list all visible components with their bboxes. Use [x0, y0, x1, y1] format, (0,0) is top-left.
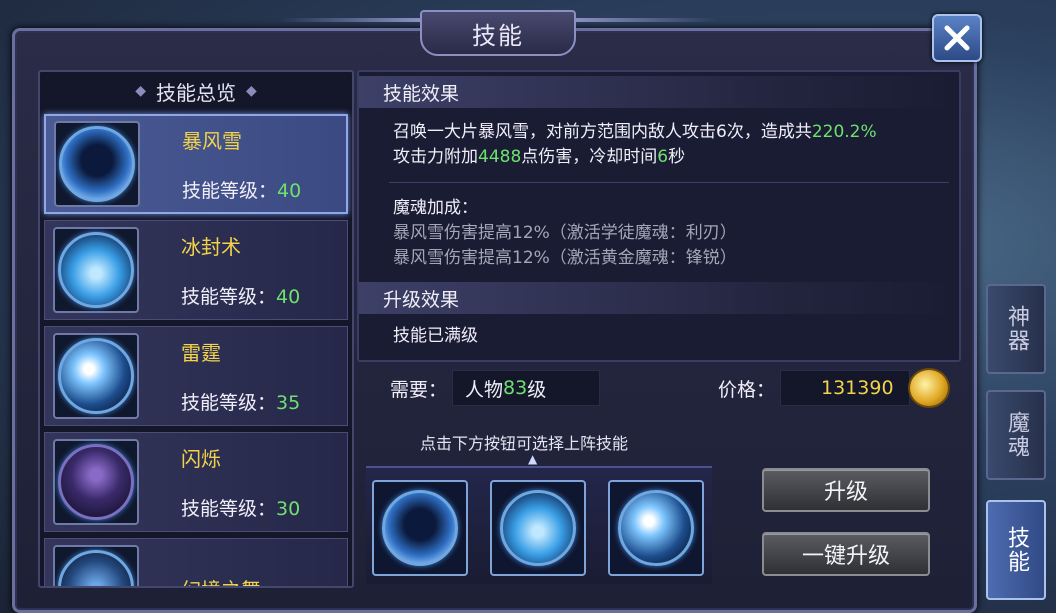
skill-item-freeze[interactable]: 冰封术 技能等级：40	[44, 220, 348, 320]
effect-description: 召唤一大片暴风雪，对前方范围内敌人攻击6次，造成共220.2% 攻击力附加448…	[393, 122, 877, 167]
close-x-icon	[944, 25, 970, 51]
soul-bonus-line: 暴风雪伤害提高12%（激活黄金魔魂：锋锐）	[393, 248, 737, 268]
window-title: 技能	[420, 10, 576, 56]
skill-list-panel: ◆ 技能总览 ◆ 暴风雪 技能等级：40 冰封术 技能等级：40 雷霆 技能等级…	[38, 70, 354, 588]
soul-bonus-title: 魔魂加成：	[393, 198, 478, 218]
effect-divider	[389, 182, 949, 183]
close-button[interactable]	[932, 14, 982, 62]
slot-hint: 点击下方按钮可选择上阵技能	[420, 434, 629, 453]
title-ornament-right	[576, 18, 716, 22]
tab-artifact[interactable]: 神器	[986, 284, 1046, 374]
blink-figure-icon	[53, 439, 139, 525]
skill-level: 技能等级：35	[181, 392, 301, 414]
skill-name: 闪烁	[181, 447, 221, 471]
skill-name: 暴风雪	[182, 129, 242, 153]
ornament-icon: ◆	[135, 83, 146, 99]
thunder-orb-icon	[618, 490, 694, 566]
gold-coin-icon	[908, 368, 950, 408]
skill-item-blizzard[interactable]: 暴风雪 技能等级：40	[44, 114, 348, 214]
tab-soul[interactable]: 魔魂	[986, 390, 1046, 480]
ice-crystal-icon	[500, 490, 576, 566]
illusion-dance-icon	[53, 545, 139, 586]
price-label: 价格：	[718, 379, 776, 401]
requirement-value: 人物 83 级	[452, 370, 600, 406]
skill-item-illusion-dance[interactable]: 幻境之舞	[44, 538, 348, 587]
upgrade-section-title: 升级效果	[359, 282, 959, 314]
skill-slot-3[interactable]	[608, 480, 704, 576]
upgrade-all-button[interactable]: 一键升级	[762, 532, 930, 576]
skill-name: 幻境之舞	[181, 574, 261, 587]
blizzard-icon	[382, 490, 458, 566]
blizzard-icon	[54, 121, 140, 207]
ornament-icon: ◆	[246, 83, 257, 99]
skill-level: 技能等级：30	[181, 498, 301, 520]
soul-bonus-line: 暴风雪伤害提高12%（激活学徒魔魂：利刃）	[393, 223, 737, 243]
title-ornament-left	[280, 18, 420, 22]
skill-slot-2[interactable]	[490, 480, 586, 576]
requirement-label: 需要：	[390, 379, 448, 401]
skill-list-title: 技能总览	[156, 80, 236, 105]
tab-skill[interactable]: 技能	[986, 500, 1046, 600]
skill-name: 雷霆	[181, 341, 221, 365]
skill-list-header: ◆ 技能总览 ◆	[40, 72, 352, 110]
upgrade-status: 技能已满级	[393, 326, 478, 346]
skill-level: 技能等级：40	[182, 180, 302, 202]
skill-name: 冰封术	[181, 235, 241, 259]
soul-bonus: 魔魂加成： 暴风雪伤害提高12%（激活学徒魔魂：利刃） 暴风雪伤害提高12%（激…	[393, 196, 737, 271]
skill-info-panel: 技能效果 召唤一大片暴风雪，对前方范围内敌人攻击6次，造成共220.2% 攻击力…	[357, 70, 961, 362]
skill-item-blink[interactable]: 闪烁 技能等级：30	[44, 432, 348, 532]
price-value: 131390	[780, 370, 910, 406]
skill-item-thunder[interactable]: 雷霆 技能等级：35	[44, 326, 348, 426]
thunder-orb-icon	[53, 333, 139, 419]
upgrade-button[interactable]: 升级	[762, 468, 930, 512]
up-arrow-icon: ▲	[528, 452, 538, 466]
ice-crystal-icon	[53, 227, 139, 313]
effect-section-title: 技能效果	[359, 76, 959, 108]
skill-level: 技能等级：40	[181, 286, 301, 308]
skill-slot-1[interactable]	[372, 480, 468, 576]
